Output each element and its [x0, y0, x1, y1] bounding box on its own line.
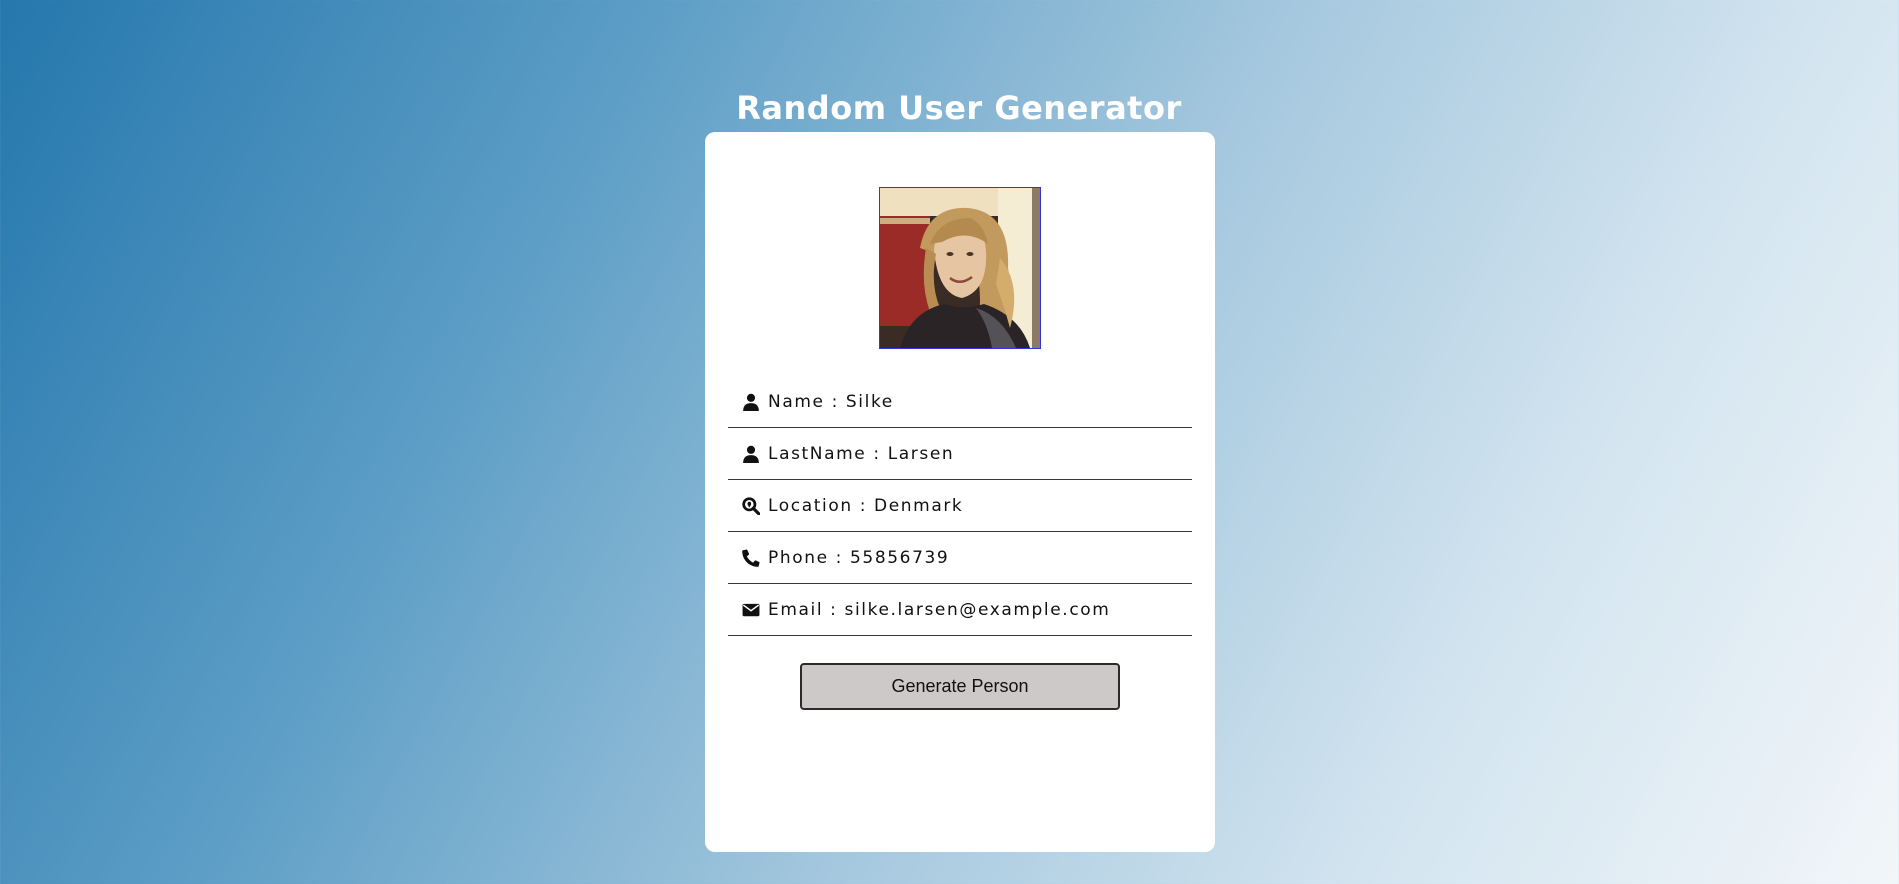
lastname-row: LastName : Larsen: [728, 429, 1192, 480]
envelope-icon: [742, 601, 760, 619]
lastname-label: LastName: [768, 444, 867, 464]
name-row: Name : Silke: [728, 377, 1192, 428]
email-label: Email: [768, 600, 824, 620]
user-icon: [742, 393, 760, 411]
name-separator: :: [824, 392, 846, 412]
user-card: Name : Silke LastName : Larsen Location …: [705, 132, 1215, 852]
user-icon: [742, 445, 760, 463]
name-label: Name: [768, 392, 825, 412]
search-location-icon: [742, 497, 760, 515]
user-info-list: Name : Silke LastName : Larsen Location …: [728, 377, 1192, 637]
avatar: [879, 187, 1041, 349]
lastname-separator: :: [866, 444, 888, 464]
email-row: Email : silke.larsen@example.com: [728, 585, 1192, 636]
phone-label: Phone: [768, 548, 829, 568]
page-title: Random User Generator: [736, 89, 1182, 127]
phone-row: Phone : 55856739: [728, 533, 1192, 584]
generate-person-button[interactable]: Generate Person: [800, 663, 1120, 710]
location-row: Location : Denmark: [728, 481, 1192, 532]
avatar-photo: [880, 188, 1040, 348]
name-value: Silke: [845, 392, 894, 412]
location-label: Location: [768, 496, 853, 516]
lastname-value: Larsen: [887, 444, 955, 464]
phone-value: 55856739: [850, 548, 950, 568]
location-separator: :: [852, 496, 875, 516]
email-value: silke.larsen@example.com: [844, 600, 1111, 620]
location-value: Denmark: [874, 496, 964, 516]
email-separator: :: [823, 600, 845, 620]
phone-icon: [742, 549, 760, 567]
phone-separator: :: [828, 548, 851, 568]
